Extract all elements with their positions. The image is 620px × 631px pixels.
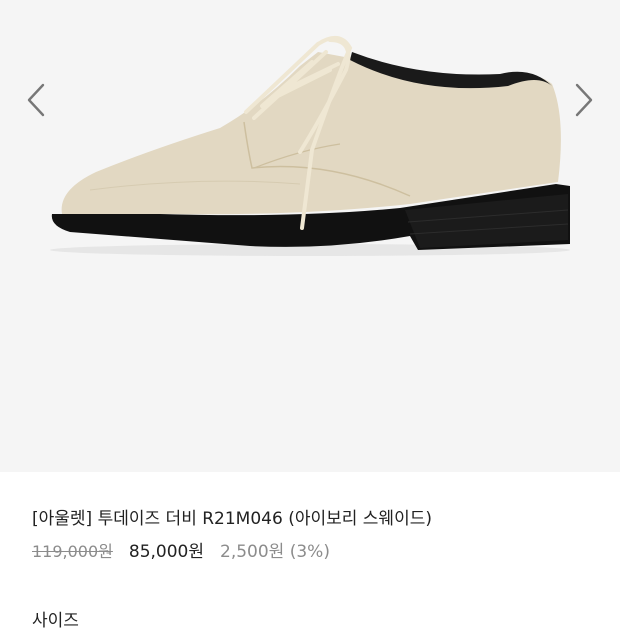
size-option-label: 사이즈 xyxy=(32,611,79,631)
product-image-gallery[interactable] xyxy=(0,0,620,472)
price-row: 119,000원 85,000원 2,500원 (3%) xyxy=(32,541,588,563)
point-reward: 2,500원 (3%) xyxy=(220,542,330,562)
product-title: [아울렛] 투데이즈 더비 R21M046 (아이보리 스웨이드) xyxy=(32,509,432,529)
chevron-left-icon xyxy=(27,83,45,117)
next-image-button[interactable] xyxy=(562,78,606,122)
prev-image-button[interactable] xyxy=(14,78,58,122)
product-info: [아울렛] 투데이즈 더비 R21M046 (아이보리 스웨이드) 119,00… xyxy=(0,508,620,563)
chevron-right-icon xyxy=(575,83,593,117)
sale-price: 85,000원 xyxy=(128,542,205,562)
original-price: 119,000원 xyxy=(32,542,113,561)
product-image xyxy=(50,36,571,256)
